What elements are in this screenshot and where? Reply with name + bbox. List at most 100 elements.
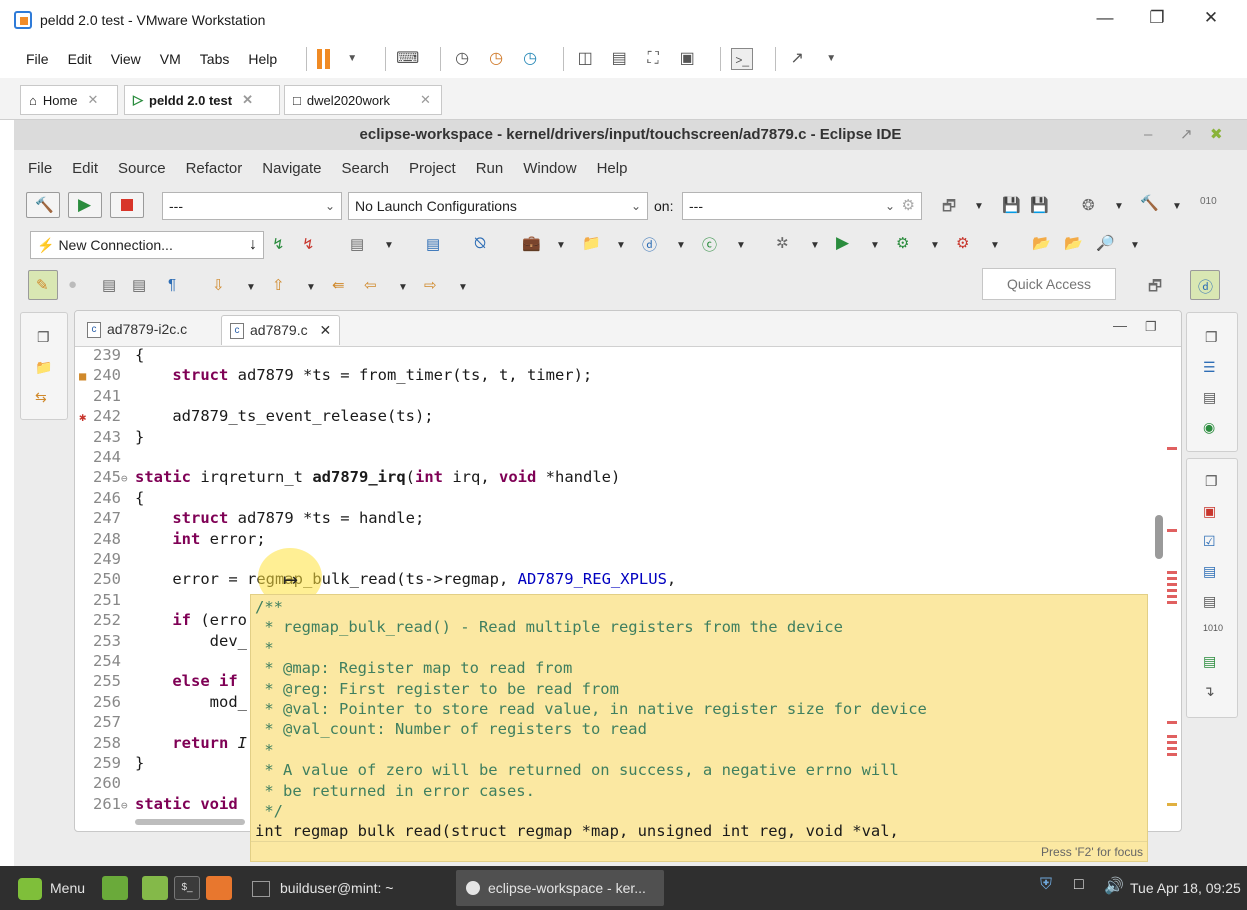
taskbar-terminal[interactable]: builduser@mint: ~ <box>252 866 393 910</box>
overview-marker[interactable] <box>1167 803 1177 806</box>
new-class-icon[interactable]: ⓓ <box>642 234 657 255</box>
make-target-icon[interactable]: ◉ <box>1203 419 1215 436</box>
revert-snapshot-icon[interactable]: ◷ <box>485 48 507 70</box>
display-icon[interactable]: □ <box>1074 876 1084 894</box>
restore-icon[interactable]: ❐ <box>1205 473 1218 490</box>
vm-menu-file[interactable]: File <box>26 51 49 67</box>
unity-icon[interactable]: ▣ <box>676 48 698 70</box>
hover-documentation-popup[interactable]: /** * regmap_bulk_read() - Read multiple… <box>250 594 1148 862</box>
dropdown-icon[interactable]: ▼ <box>736 240 746 251</box>
menu-file[interactable]: File <box>28 160 52 177</box>
build-icon[interactable]: 🔨 <box>1140 194 1159 212</box>
menu-search[interactable]: Search <box>341 160 389 177</box>
menu-project[interactable]: Project <box>409 160 456 177</box>
console-view-icon[interactable]: >_ <box>731 48 754 70</box>
console-icon[interactable]: ▤ <box>1203 563 1216 580</box>
menu-edit[interactable]: Edit <box>72 160 98 177</box>
editor-tab-ad7879-i2c[interactable]: c ad7879-i2c.c <box>79 315 195 345</box>
minimize-icon[interactable]: — <box>1113 317 1127 333</box>
dropdown-icon[interactable]: ▼ <box>1114 201 1124 212</box>
dropdown-icon[interactable]: ▼ <box>1172 201 1182 212</box>
console-icon[interactable]: ▤ <box>426 235 440 253</box>
dropdown-icon[interactable]: ▼ <box>306 282 316 293</box>
target-icon[interactable]: ❂ <box>1082 196 1095 214</box>
connect-icon[interactable]: ↯ <box>272 235 285 253</box>
open-folder-icon[interactable]: 📂 <box>1064 234 1083 252</box>
menu-navigate[interactable]: Navigate <box>262 160 321 177</box>
terminal-icon[interactable]: $_ <box>174 876 200 900</box>
vm-menu-help[interactable]: Help <box>248 51 277 67</box>
skip-breakpoints-icon[interactable]: ⦰ <box>474 235 486 252</box>
debug-icon[interactable]: ✲ <box>776 234 789 252</box>
c-perspective-button[interactable]: ⓓ <box>1190 270 1220 300</box>
launch-button[interactable]: ▶ <box>68 192 102 218</box>
horizontal-scrollbar[interactable] <box>135 819 245 825</box>
tasks-icon[interactable]: ☑ <box>1203 533 1216 550</box>
sidebar-view-icon[interactable]: ◫ <box>574 48 596 70</box>
close-icon[interactable]: ✕ <box>420 92 431 108</box>
git-icon[interactable]: ↴ <box>1203 683 1215 700</box>
close-icon[interactable]: ✕ <box>88 92 99 108</box>
dropdown-icon[interactable]: ▼ <box>974 201 984 212</box>
close-icon[interactable]: ✕ <box>320 322 332 338</box>
menu-source[interactable]: Source <box>118 160 166 177</box>
dropdown-icon[interactable]: ▼ <box>246 282 256 293</box>
external-tools-icon[interactable]: ⚙ <box>956 234 969 252</box>
close-icon[interactable]: ✕ <box>1196 8 1226 28</box>
editor-tab-ad7879[interactable]: c ad7879.c ✕ <box>221 315 341 345</box>
block-selection-icon[interactable]: ● <box>68 276 77 293</box>
minimize-icon[interactable]: – <box>1144 120 1152 150</box>
forward-icon[interactable]: ⇨ <box>424 276 437 294</box>
menu-refactor[interactable]: Refactor <box>186 160 243 177</box>
outline-icon[interactable]: ☰ <box>1203 359 1216 376</box>
taskbar-eclipse[interactable]: eclipse-workspace - ker... <box>456 870 664 906</box>
menu-window[interactable]: Window <box>523 160 576 177</box>
pause-dropdown-icon[interactable]: ▼ <box>341 48 363 70</box>
run-external-icon[interactable]: ⚙ <box>896 234 909 252</box>
call-hierarchy-icon[interactable]: ⇆ <box>35 389 47 406</box>
overview-marker[interactable] <box>1167 571 1177 605</box>
fullscreen-icon[interactable]: ⛶ <box>642 48 664 70</box>
dropdown-icon[interactable]: ▼ <box>930 240 940 251</box>
close-icon[interactable]: ✕ <box>242 92 253 108</box>
maximize-icon[interactable]: ❐ <box>1145 319 1157 335</box>
tab-peldd[interactable]: ▷ peldd 2.0 test ✕ <box>124 85 280 115</box>
open-type-icon[interactable]: 📂 <box>1032 234 1051 252</box>
restore-icon[interactable]: ❐ <box>1142 8 1172 28</box>
run-icon[interactable]: ▶ <box>836 233 849 253</box>
warning-marker-icon[interactable]: ■ <box>79 369 86 383</box>
vertical-scrollbar[interactable] <box>1155 515 1163 559</box>
pause-icon[interactable] <box>317 49 333 69</box>
binary-icon[interactable]: 010 <box>1200 196 1217 207</box>
shield-icon[interactable]: ⛨ <box>1040 876 1052 894</box>
show-whitespace-icon[interactable]: ▤ <box>132 276 146 294</box>
new-window-icon[interactable]: 🗗 <box>942 196 956 221</box>
overview-marker[interactable] <box>1167 721 1177 724</box>
maximize-icon[interactable]: ↗ <box>1180 120 1193 150</box>
vm-menu-tabs[interactable]: Tabs <box>200 51 230 67</box>
dropdown-icon[interactable]: ▼ <box>1130 240 1140 251</box>
dropdown-icon[interactable]: ▼ <box>556 240 566 251</box>
pilcrow-icon[interactable]: ¶ <box>168 276 176 293</box>
save-icon[interactable]: 💾 <box>1002 196 1021 214</box>
search-icon[interactable]: 🔎 <box>1096 234 1115 252</box>
launch-mode-combo[interactable]: --- ⌄ <box>162 192 342 220</box>
menu-run[interactable]: Run <box>476 160 504 177</box>
tab-home[interactable]: ⌂ Home ✕ <box>20 85 118 115</box>
snapshot-manager-icon[interactable]: ◷ <box>519 48 541 70</box>
memory-icon[interactable]: 1010 <box>1203 623 1223 633</box>
vm-menu-edit[interactable]: Edit <box>68 51 92 67</box>
disconnect-icon[interactable]: ↯ <box>302 235 315 253</box>
show-desktop-icon[interactable] <box>102 876 128 900</box>
new-project-icon[interactable]: 💼 <box>522 234 541 252</box>
last-edit-location-icon[interactable]: ⇚ <box>332 276 345 294</box>
thumbnail-view-icon[interactable]: ▤ <box>608 48 630 70</box>
vm-menu-view[interactable]: View <box>111 51 141 67</box>
previous-annotation-icon[interactable]: ⇧ <box>272 276 285 294</box>
next-annotation-icon[interactable]: ⇩ <box>212 276 225 294</box>
open-perspective-icon[interactable]: 🗗 <box>1148 276 1162 301</box>
toggle-mark-occurrences-button[interactable]: ✎ <box>28 270 58 300</box>
problems-icon[interactable]: ▣ <box>1203 503 1216 520</box>
firefox-icon[interactable] <box>206 876 232 900</box>
fold-icon[interactable]: ⊖ <box>121 796 135 816</box>
